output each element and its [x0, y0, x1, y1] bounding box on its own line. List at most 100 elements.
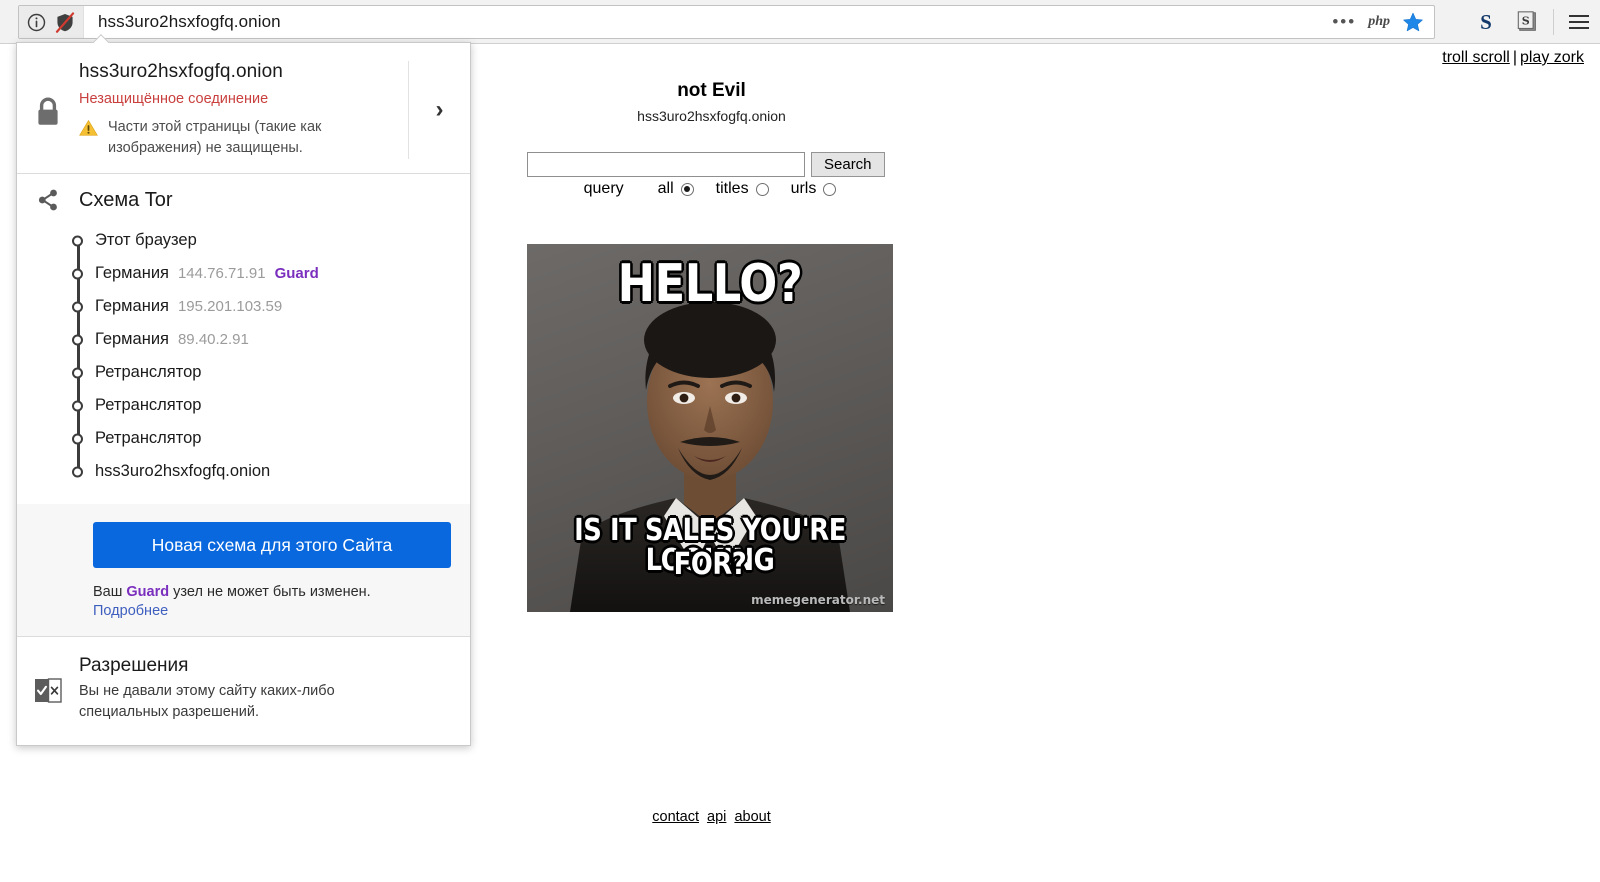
circuit-node-dot — [72, 301, 83, 313]
circuit-node-label: Ретранслятор — [95, 429, 202, 448]
link-api[interactable]: api — [707, 809, 726, 825]
circuit-node-ip: 89.40.2.91 — [177, 331, 249, 349]
scope-label-all: all — [657, 180, 674, 197]
share-network-icon — [36, 188, 60, 212]
circuit-node: hss3uro2hsxfogfq.onion — [72, 455, 470, 488]
tor-circuit-title: Схема Tor — [79, 188, 173, 211]
mixed-content-warning-row: Части этой страницы (такие как изображен… — [79, 117, 400, 159]
connection-security-body: hss3uro2hsxfogfq.onion Незащищённое соед… — [79, 61, 408, 159]
top-links-separator: | — [1512, 49, 1517, 66]
circuit-node-dot — [72, 334, 83, 346]
search-button[interactable]: Search — [811, 152, 885, 177]
guard-note-prefix: Ваш — [93, 584, 127, 601]
circuit-node-dot — [72, 235, 83, 247]
link-troll-scroll[interactable]: troll scroll — [1442, 49, 1510, 66]
svg-text:S: S — [1522, 14, 1530, 27]
new-circuit-button[interactable]: Новая схема для этого Сайта — [93, 522, 451, 569]
radio-urls[interactable] — [823, 182, 837, 196]
permissions-section: Разрешения Вы не давали этому сайту каки… — [17, 637, 470, 745]
circuit-node-dot — [72, 367, 83, 379]
new-circuit-section: Новая схема для этого Сайта Ваш Guard уз… — [17, 504, 470, 637]
circuit-node-label: Германия — [95, 297, 169, 316]
link-contact[interactable]: contact — [652, 809, 699, 825]
tor-circuit-section: Схема Tor Этот браузер Германия 144.76.7… — [17, 174, 470, 504]
hamburger-icon — [1569, 15, 1589, 29]
url-text[interactable]: hss3uro2hsxfogfq.onion — [84, 12, 281, 32]
toolbar-extensions: S S — [1465, 0, 1600, 44]
circuit-node-label: Этот браузер — [95, 231, 197, 250]
circuit-node-guard-tag: Guard — [274, 265, 319, 283]
popup-host-name: hss3uro2hsxfogfq.onion — [79, 61, 283, 82]
meme-image: HELLO? IS IT SALES YOU'RE LOOKING FOR? m… — [527, 244, 893, 612]
page-actions-icon[interactable]: ••• — [1332, 13, 1356, 30]
scope-label-titles: titles — [715, 180, 749, 197]
site-identity-button[interactable] — [19, 6, 84, 38]
learn-more-link[interactable]: Подробнее — [93, 603, 168, 619]
info-circle-icon[interactable] — [27, 13, 46, 32]
extension-s-badge-button[interactable]: S — [1507, 0, 1549, 44]
share-icon-column — [17, 188, 79, 212]
shield-crossed-icon[interactable] — [54, 11, 76, 33]
circuit-node-ip: 195.201.103.59 — [177, 298, 283, 316]
lock-icon — [35, 65, 61, 159]
circuit-node-dot — [72, 268, 83, 280]
guard-note: Ваш Guard узел не может быть изменен. — [93, 584, 470, 600]
circuit-node-label: Германия — [95, 330, 169, 349]
meme-watermark: memegenerator.net — [751, 593, 885, 607]
circuit-node: Этот браузер — [72, 224, 470, 274]
meme-top-text: HELLO? — [617, 254, 803, 314]
circuit-node: Германия 89.40.2.91 — [72, 323, 470, 373]
warning-triangle-icon — [79, 117, 98, 159]
urlbar-actions: ••• php — [1332, 11, 1434, 33]
permissions-title: Разрешения — [79, 655, 189, 677]
browser-toolbar: hss3uro2hsxfogfq.onion ••• php S S — [0, 0, 1600, 44]
search-scope-options: query all titles urls — [527, 180, 893, 198]
link-play-zork[interactable]: play zork — [1520, 49, 1584, 66]
top-nav-links: troll scroll | play zork — [1442, 49, 1584, 67]
search-form: Search — [527, 152, 885, 177]
permissions-body: Разрешения Вы не давали этому сайту каки… — [79, 655, 369, 723]
circuit-node-label: Ретранслятор — [95, 396, 202, 415]
connection-security-section[interactable]: hss3uro2hsxfogfq.onion Незащищённое соед… — [17, 43, 470, 173]
php-indicator-icon[interactable]: php — [1368, 14, 1390, 30]
radio-all[interactable] — [680, 182, 694, 196]
circuit-node: Ретранслятор — [72, 356, 470, 406]
circuit-node: Германия 144.76.71.91 Guard — [72, 257, 470, 307]
meme-bottom-text-line2: FOR? — [673, 547, 747, 582]
circuit-node: Ретранслятор — [72, 389, 470, 439]
url-bar[interactable]: hss3uro2hsxfogfq.onion ••• php — [18, 5, 1435, 39]
connection-status-text: Незащищённое соединение — [79, 91, 269, 107]
tor-circuit-header: Схема Tor — [17, 188, 470, 212]
scope-option-all[interactable]: all — [658, 180, 694, 198]
circuit-node-label: Германия — [95, 264, 169, 283]
search-input[interactable] — [527, 152, 805, 177]
circuit-node: Ретранслятор — [72, 422, 470, 472]
app-menu-button[interactable] — [1558, 0, 1600, 44]
chevron-right-icon: › — [435, 96, 444, 124]
circuit-node-label: Ретранслятор — [95, 363, 202, 382]
circuit-node-dot — [72, 466, 83, 478]
lock-icon-column — [17, 61, 79, 159]
link-about[interactable]: about — [734, 809, 770, 825]
scope-option-urls[interactable]: urls — [791, 180, 837, 198]
scope-option-titles[interactable]: titles — [716, 180, 769, 198]
site-identity-popup: hss3uro2hsxfogfq.onion Незащищённое соед… — [16, 42, 471, 747]
footer-links: contact api about — [0, 809, 1423, 825]
radio-titles[interactable] — [755, 182, 769, 196]
circuit-node: Германия 195.201.103.59 — [72, 290, 470, 340]
toolbar-divider — [1553, 9, 1554, 35]
extension-s-button[interactable]: S — [1465, 0, 1507, 44]
permissions-text: Вы не давали этому сайту каких-либо спец… — [79, 683, 335, 721]
s-letter-icon: S — [1480, 9, 1492, 34]
star-icon[interactable] — [1402, 11, 1424, 33]
guard-note-bold: Guard — [126, 584, 170, 601]
permissions-icon-column — [17, 655, 79, 723]
s-badge-icon: S — [1516, 10, 1540, 34]
circuit-node-dot — [72, 400, 83, 412]
circuit-node-ip: 144.76.71.91 — [177, 265, 266, 283]
mixed-content-warning-text: Части этой страницы (такие как изображен… — [108, 119, 322, 157]
query-label: query — [583, 180, 624, 197]
circuit-node-dot — [72, 433, 83, 445]
permissions-checkbox-icon — [34, 658, 62, 723]
connection-details-expander[interactable]: › — [408, 61, 470, 160]
